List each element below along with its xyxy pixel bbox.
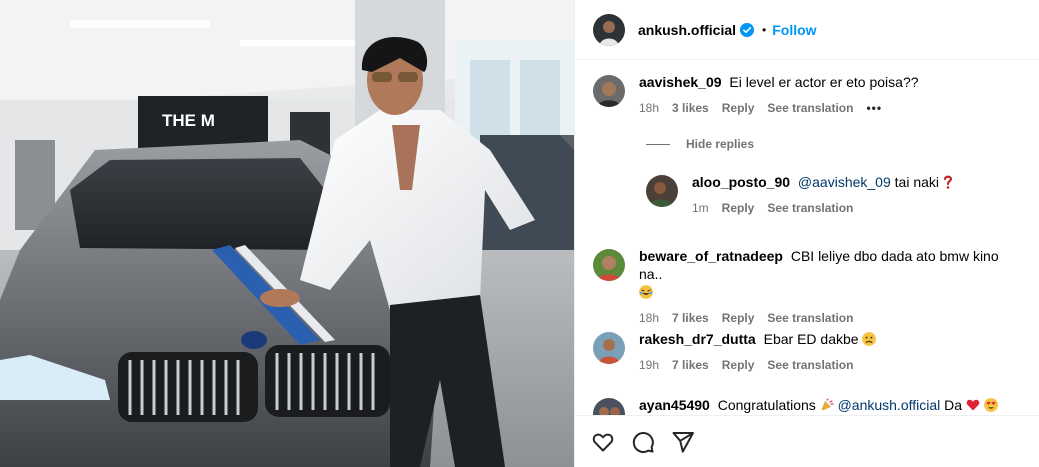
comment-text: Congratulations <box>717 397 816 413</box>
laughing-emoji-icon <box>639 285 653 299</box>
reply-button[interactable]: Reply <box>722 311 755 325</box>
comment-item: beware_of_ratnadeep CBI leliye dbo dada … <box>593 247 1019 325</box>
comment-text-suffix: Da <box>944 397 963 413</box>
party-popper-emoji-icon <box>820 398 834 411</box>
commenter-avatar-image <box>593 249 625 281</box>
comment-username[interactable]: rakesh_dr7_dutta <box>639 331 756 347</box>
reply-button[interactable]: Reply <box>722 101 755 115</box>
commenter-avatar[interactable] <box>646 175 678 207</box>
comment-username[interactable]: aavishek_09 <box>639 74 722 90</box>
showroom-sign: THE M <box>162 111 215 130</box>
commenter-avatar[interactable] <box>593 75 625 107</box>
see-translation-button[interactable]: See translation <box>767 101 853 115</box>
post-modal: THE M ankush.official • Follow aavishek_… <box>0 0 1039 467</box>
comment-likes[interactable]: 3 likes <box>672 101 709 115</box>
comment-text: Ebar ED dakbe <box>763 331 859 347</box>
commenter-avatar[interactable] <box>593 398 625 415</box>
separator-dot: • <box>762 22 767 37</box>
comment-item: rakesh_dr7_dutta Ebar ED dakbe 19h 7 lik… <box>593 330 1019 372</box>
comment-text: tai naki <box>894 174 939 190</box>
comments-list[interactable]: aavishek_09 Ei level er actor er eto poi… <box>575 61 1039 415</box>
comment-options-icon[interactable]: ••• <box>866 101 882 115</box>
comment-likes[interactable]: 7 likes <box>672 358 709 372</box>
reply-item: aloo_posto_90 @aavishek_09 tai naki 1m R… <box>646 173 1032 215</box>
heart-eyes-emoji-icon <box>983 398 998 412</box>
hide-replies-toggle[interactable]: Hide replies <box>646 137 754 151</box>
heart-icon[interactable] <box>591 430 615 454</box>
showroom-photo: THE M <box>0 0 574 467</box>
comment-time[interactable]: 18h <box>639 311 659 325</box>
comment-username[interactable]: ayan45490 <box>639 397 710 413</box>
post-photo[interactable]: THE M <box>0 0 574 467</box>
sad-emoji-icon <box>862 332 877 346</box>
author-avatar[interactable] <box>593 13 625 46</box>
post-actions-bar <box>575 415 1039 467</box>
question-mark-emoji-icon <box>943 175 952 189</box>
comment-text: Ei level er actor er eto poisa?? <box>729 74 919 90</box>
comment-item: aavishek_09 Ei level er actor er eto poi… <box>593 73 1019 115</box>
comment-username[interactable]: aloo_posto_90 <box>692 174 790 190</box>
author-avatar-image <box>593 13 625 46</box>
commenter-avatar[interactable] <box>593 249 625 281</box>
verified-badge-icon <box>740 22 755 37</box>
see-translation-button[interactable]: See translation <box>767 358 853 372</box>
post-sidebar: ankush.official • Follow aavishek_09 Ei … <box>574 0 1039 467</box>
comment-time[interactable]: 18h <box>639 101 659 115</box>
comment-mention[interactable]: @aavishek_09 <box>798 174 891 190</box>
post-header: ankush.official • Follow <box>575 0 1039 60</box>
comment-likes[interactable]: 7 likes <box>672 311 709 325</box>
see-translation-button[interactable]: See translation <box>767 311 853 325</box>
author-username[interactable]: ankush.official <box>638 22 736 38</box>
comment-item: ayan45490 Congratulations @ankush.offici… <box>593 396 1019 415</box>
share-icon[interactable] <box>671 430 695 454</box>
commenter-avatar-image <box>646 175 678 207</box>
commenter-avatar[interactable] <box>593 332 625 364</box>
comment-mention[interactable]: @ankush.official <box>838 397 941 413</box>
commenter-avatar-image <box>593 398 625 415</box>
comment-icon[interactable] <box>631 430 655 454</box>
red-heart-emoji-icon <box>966 399 980 411</box>
reply-button[interactable]: Reply <box>722 201 755 215</box>
hide-replies-label: Hide replies <box>686 137 755 151</box>
comment-time[interactable]: 19h <box>639 358 659 372</box>
see-translation-button[interactable]: See translation <box>767 201 853 215</box>
hide-replies-line <box>646 143 670 145</box>
reply-button[interactable]: Reply <box>722 358 755 372</box>
commenter-avatar-image <box>593 75 625 107</box>
comment-time[interactable]: 1m <box>692 201 709 215</box>
comment-username[interactable]: beware_of_ratnadeep <box>639 248 783 264</box>
follow-button[interactable]: Follow <box>772 22 816 38</box>
commenter-avatar-image <box>593 332 625 364</box>
